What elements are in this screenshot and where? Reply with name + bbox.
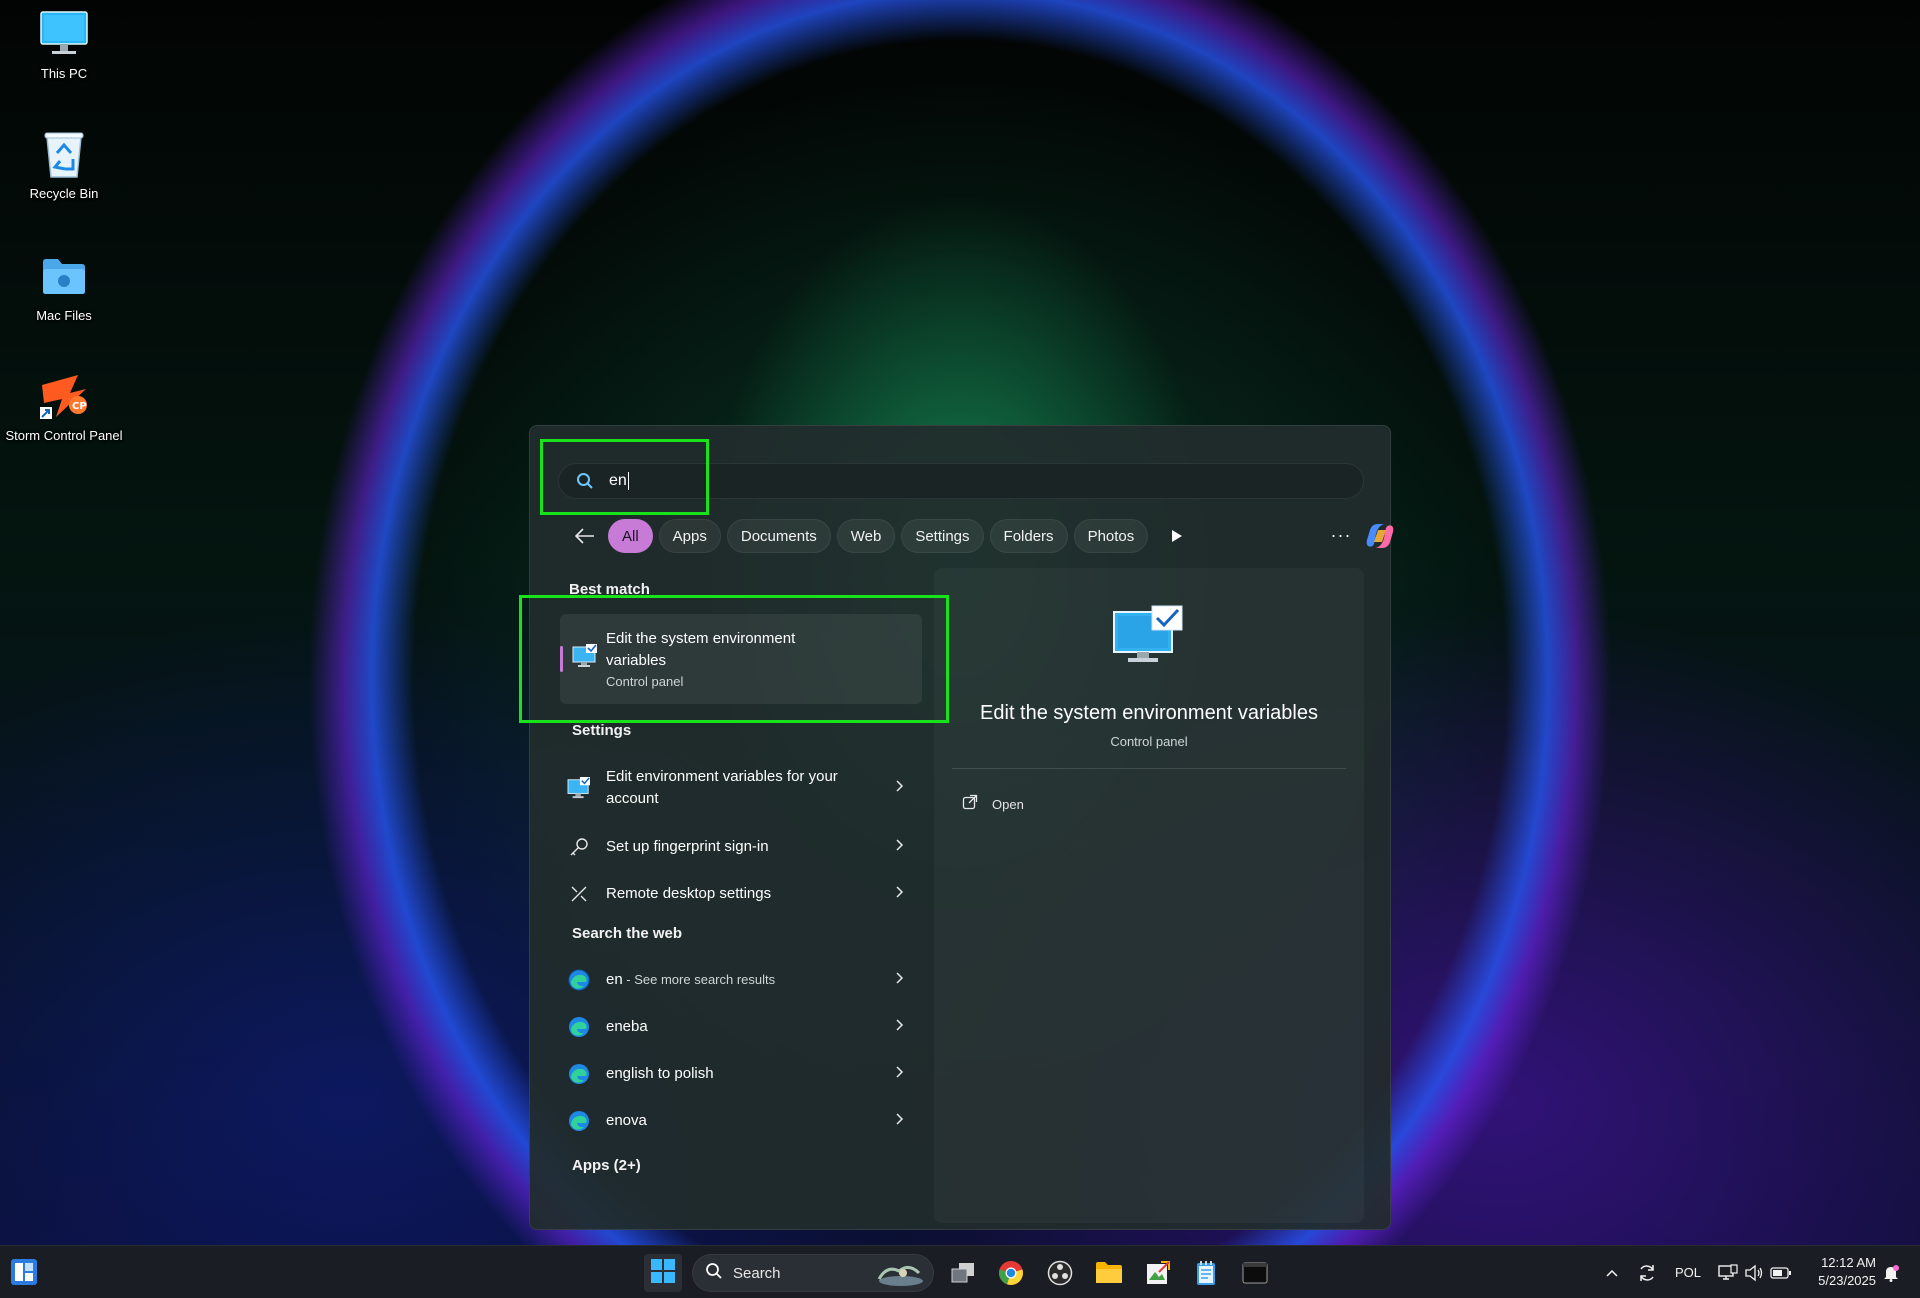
edge-icon [562,967,596,993]
result-label: en - See more search results [606,971,776,988]
widgets-icon[interactable] [10,1258,38,1286]
settings-item-remote-desktop[interactable]: Remote desktop settings [560,877,922,911]
input-language-indicator[interactable]: POL [1670,1246,1706,1298]
notepad-icon[interactable] [1187,1254,1225,1292]
monitor-icon [38,8,90,60]
desktop-icon-recycle-bin[interactable]: Recycle Bin [0,128,128,201]
result-label: Edit environment variables for your acco… [606,768,838,807]
chevron-right-icon [896,971,904,989]
copilot-icon[interactable] [1362,518,1398,554]
sync-icon[interactable] [1632,1246,1662,1298]
search-the-web-heading: Search the web [572,925,683,942]
preview-pane: Edit the system environment variables Co… [934,568,1364,1223]
desktop-icon-label: Mac Files [36,308,92,323]
chrome-icon[interactable] [992,1254,1030,1292]
filter-chip-all[interactable]: All [608,519,653,553]
environment-variables-icon [562,775,596,801]
file-explorer-icon[interactable] [1090,1254,1128,1292]
battery-icon[interactable] [1768,1246,1794,1298]
taskbar-search-label: Search [733,1264,781,1282]
environment-variables-large-icon [1112,604,1184,671]
chevron-right-icon [896,1065,904,1083]
filter-bar: All Apps Documents Web Settings Folders … [570,518,1394,554]
preview-subtitle: Control panel [1110,734,1188,749]
chevron-right-icon [896,1112,904,1130]
notification-bell-icon[interactable] [1878,1246,1904,1298]
filter-chip-apps[interactable]: Apps [658,519,721,553]
windows-logo-icon [650,1258,676,1289]
desktop-icon-label: Storm Control Panel [5,428,123,443]
search-highlight-box [540,439,709,515]
result-label: Set up fingerprint sign-in [606,838,769,855]
desktop-icon-label: Recycle Bin [29,186,99,201]
result-label: english to polish [606,1065,714,1082]
web-result-eneba[interactable]: eneba [560,1010,922,1044]
chevron-right-icon [896,1018,904,1036]
best-match-highlight-box [519,595,949,723]
result-label: eneba [606,1018,648,1035]
divider [952,768,1346,769]
edge-icon [562,1061,596,1087]
desktop-icon-storm-control-panel[interactable]: CP Storm Control Panel [0,370,128,443]
result-label: enova [606,1112,647,1129]
recycle-bin-icon [38,128,90,180]
volume-icon[interactable] [1742,1246,1766,1298]
more-options-button[interactable]: ··· [1326,518,1356,552]
open-action[interactable]: Open [962,794,1024,815]
search-icon [705,1262,723,1285]
chevron-right-icon [896,885,904,903]
clock-date: 5/23/2025 [1818,1273,1876,1288]
edge-icon [562,1108,596,1134]
svg-text:CP: CP [72,401,87,412]
terminal-icon[interactable] [1236,1254,1274,1292]
more-filters-play-icon[interactable] [1162,521,1192,551]
start-button[interactable] [644,1254,682,1292]
chevron-right-icon [896,779,904,797]
remote-desktop-icon [562,881,596,907]
filter-chip-photos[interactable]: Photos [1073,519,1149,553]
show-hidden-icons-chevron-up-icon[interactable] [1600,1246,1624,1298]
edge-icon [562,1014,596,1040]
task-view-icon[interactable] [944,1254,982,1292]
clock-time: 12:12 AM [1821,1255,1876,1270]
settings-item-fingerprint[interactable]: Set up fingerprint sign-in [560,830,922,864]
web-result-en[interactable]: en - See more search results [560,963,922,997]
chevron-right-icon [896,838,904,856]
clock[interactable]: 12:12 AM 5/23/2025 [1806,1254,1876,1290]
folder-icon [38,250,90,302]
filter-chip-web[interactable]: Web [836,519,896,553]
settings-heading: Settings [572,722,632,739]
desktop-icon-mac-files[interactable]: Mac Files [0,250,128,323]
open-external-icon [962,794,978,815]
obs-icon[interactable] [1041,1254,1079,1292]
preview-title: Edit the system environment variables [980,702,1318,724]
settings-item-edit-environment-variables[interactable]: Edit environment variables for your acco… [560,764,922,812]
web-result-english-to-polish[interactable]: english to polish [560,1057,922,1091]
image-editor-icon[interactable] [1139,1254,1177,1292]
filter-chip-settings[interactable]: Settings [901,519,984,553]
key-icon [562,834,596,860]
desktop-icon-label: This PC [40,66,88,81]
taskbar: Search POL 12:12 AM 5/23/2025 [0,1245,1920,1298]
result-label: Remote desktop settings [606,885,772,902]
storm-control-panel-icon: CP [38,370,90,422]
open-label: Open [992,797,1024,812]
result-sublabel: - See more search results [622,972,776,987]
filter-chip-documents[interactable]: Documents [726,519,831,553]
desktop-icon-this-pc[interactable]: This PC [0,8,128,81]
filter-chip-folders[interactable]: Folders [989,519,1068,553]
web-result-enova[interactable]: enova [560,1104,922,1138]
search-panel: en All Apps Documents Web Settings Folde… [529,425,1394,1230]
search-highlight-art-icon [873,1261,925,1287]
apps-heading[interactable]: Apps (2+) [572,1157,641,1174]
network-icon[interactable] [1716,1246,1740,1298]
taskbar-search-box[interactable]: Search [692,1254,934,1292]
back-button[interactable] [570,521,600,551]
